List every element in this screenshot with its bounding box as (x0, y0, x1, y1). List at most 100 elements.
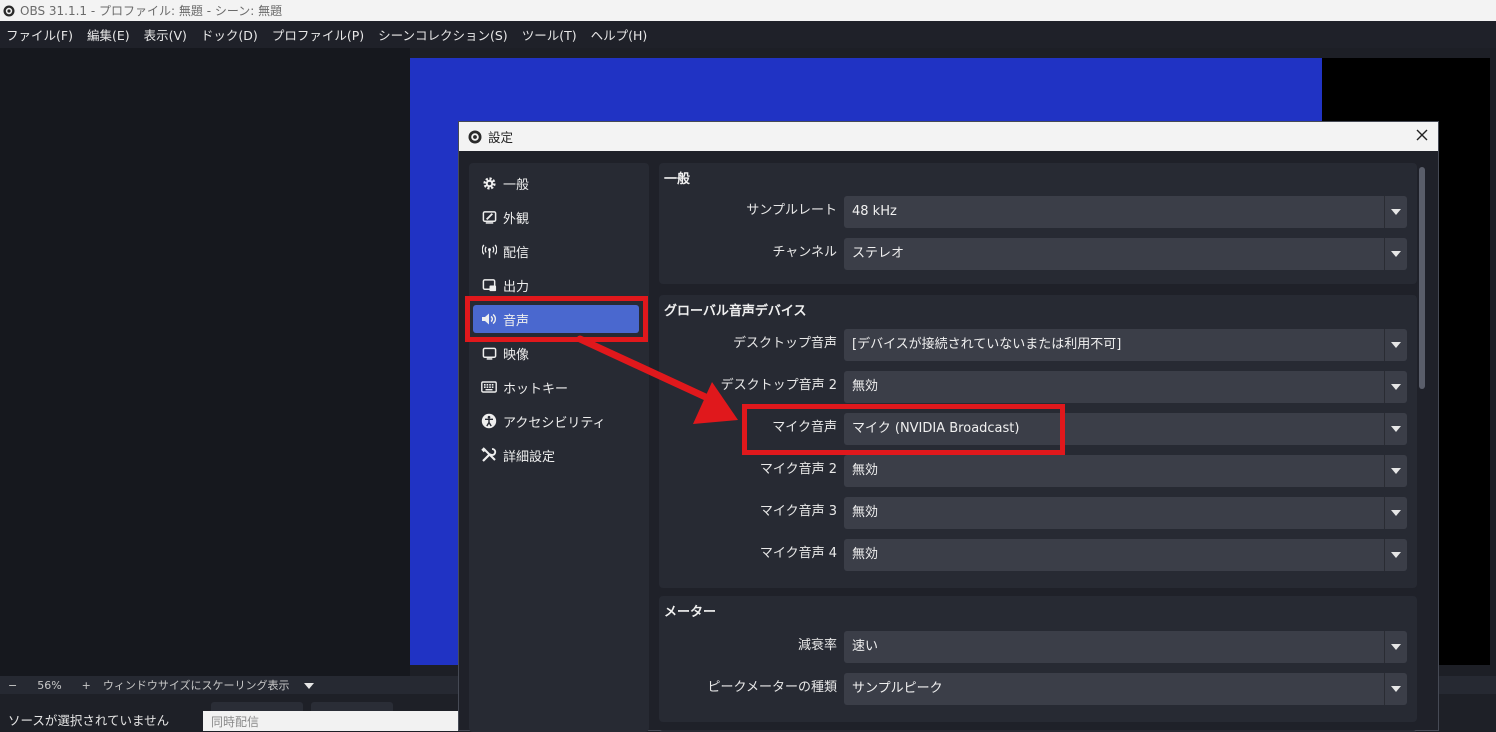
desktop-audio-2-value: 無効 (852, 379, 879, 394)
mic-audio-3-label: マイク音声 3 (759, 504, 837, 519)
chevron-down-icon (1384, 497, 1407, 529)
menu-tools[interactable]: ツール(T) (515, 25, 584, 44)
peak-meter-type-label: ピークメーターの種類 (707, 680, 837, 695)
settings-title: 設定 (488, 130, 514, 145)
zoom-out-button[interactable]: − (8, 679, 17, 692)
tools-icon (481, 447, 497, 463)
nav-label-hotkeys: ホットキー (503, 381, 569, 397)
monitor-icon (481, 345, 497, 361)
no-source-selected-label: ソースが選択されていません (8, 713, 170, 728)
menu-help[interactable]: ヘルプ(H) (584, 25, 655, 44)
row-channels: チャンネル ステレオ (659, 238, 1417, 270)
annotation-highlight-mic (742, 404, 1065, 455)
settings-nav: 一般 外観 配信 出力 音声 映像 ホットキー アクセシビリティ 詳細設定 (469, 163, 649, 732)
chevron-down-icon (1384, 631, 1407, 663)
desktop-audio-2-label: デスクトップ音声 2 (720, 378, 837, 393)
desktop-audio-value: [デバイスが接続されていないまたは利用不可] (852, 337, 1122, 352)
row-mic-audio-3: マイク音声 3 無効 (659, 497, 1417, 529)
sample-rate-select[interactable]: 48 kHz (844, 196, 1407, 228)
mic-audio-4-select[interactable]: 無効 (844, 539, 1407, 571)
mic-audio-2-label: マイク音声 2 (759, 462, 837, 477)
desktop-audio-label: デスクトップ音声 (732, 336, 837, 351)
nav-item-general[interactable]: 一般 (473, 169, 639, 197)
group-title-global-audio-devices: グローバル音声デバイス (664, 304, 807, 319)
nav-item-appearance[interactable]: 外観 (473, 203, 639, 231)
row-mic-audio-4: マイク音声 4 無効 (659, 539, 1417, 571)
keyboard-icon (481, 379, 497, 395)
decay-rate-select[interactable]: 速い (844, 631, 1407, 663)
close-icon[interactable] (1414, 127, 1430, 143)
mic-audio-3-select[interactable]: 無効 (844, 497, 1407, 529)
menu-view[interactable]: 表示(V) (137, 25, 194, 44)
nav-item-accessibility[interactable]: アクセシビリティ (473, 407, 639, 435)
menu-bar: ファイル(F) 編集(E) 表示(V) ドック(D) プロファイル(P) シーン… (0, 21, 1496, 48)
mic-audio-3-value: 無効 (852, 505, 879, 520)
nav-item-output[interactable]: 出力 (473, 271, 639, 299)
zoom-in-button[interactable]: + (82, 679, 91, 692)
row-mic-audio-2: マイク音声 2 無効 (659, 455, 1417, 487)
group-meters: メーター 減衰率 速い ピークメーターの種類 サンプルピーク (659, 596, 1417, 722)
output-icon (481, 277, 497, 293)
decay-rate-label: 減衰率 (797, 638, 837, 653)
zoom-level: 56% (37, 678, 62, 692)
row-decay-rate: 減衰率 速い (659, 631, 1417, 663)
nav-item-advanced[interactable]: 詳細設定 (473, 441, 639, 469)
row-desktop-audio-2: デスクトップ音声 2 無効 (659, 371, 1417, 403)
mic-audio-4-value: 無効 (852, 547, 879, 562)
nav-item-stream[interactable]: 配信 (473, 237, 639, 265)
window-titlebar: OBS 31.1.1 - プロファイル: 無題 - シーン: 無題 (0, 0, 1496, 21)
nav-label-video: 映像 (503, 347, 530, 363)
obs-logo-icon (3, 5, 15, 16)
annotation-highlight-audio (465, 296, 648, 342)
nav-label-output: 出力 (503, 279, 530, 295)
scaling-mode-label: ウィンドウサイズにスケーリング表示 (102, 679, 290, 692)
chevron-down-icon (1384, 238, 1407, 270)
group-title-meters: メーター (664, 605, 717, 620)
mic-audio-2-value: 無効 (852, 463, 879, 478)
group-general: 一般 サンプルレート 48 kHz チャンネル ステレオ (659, 163, 1417, 284)
menu-docks[interactable]: ドック(D) (194, 25, 265, 44)
peak-meter-type-select[interactable]: サンプルピーク (844, 673, 1407, 705)
chevron-down-icon (1384, 329, 1407, 361)
menu-file[interactable]: ファイル(F) (0, 25, 80, 44)
channels-select[interactable]: ステレオ (844, 238, 1407, 270)
mic-audio-2-select[interactable]: 無効 (844, 455, 1407, 487)
chevron-down-icon (1384, 413, 1407, 445)
chevron-down-icon (1384, 539, 1407, 571)
chevron-down-icon (1384, 455, 1407, 487)
desktop-audio-select[interactable]: [デバイスが接続されていないまたは利用不可] (844, 329, 1407, 361)
nav-label-stream: 配信 (503, 245, 530, 261)
nav-item-video[interactable]: 映像 (473, 339, 639, 367)
row-desktop-audio: デスクトップ音声 [デバイスが接続されていないまたは利用不可] (659, 329, 1417, 361)
sample-rate-value: 48 kHz (852, 204, 897, 219)
chevron-down-icon (1384, 371, 1407, 403)
row-sample-rate: サンプルレート 48 kHz (659, 196, 1417, 228)
gear-icon (481, 175, 497, 191)
nav-label-advanced: 詳細設定 (503, 449, 556, 465)
channels-label: チャンネル (772, 245, 837, 260)
scaling-dropdown-icon[interactable] (303, 679, 320, 692)
simulcast-field[interactable]: 同時配信 (203, 711, 458, 731)
nav-label-accessibility: アクセシビリティ (503, 415, 606, 431)
menu-profile[interactable]: プロファイル(P) (265, 25, 371, 44)
content-scrollbar[interactable] (1419, 167, 1425, 389)
appearance-icon (481, 209, 497, 225)
chevron-down-icon (1384, 196, 1407, 228)
settings-titlebar: 設定 (459, 122, 1438, 151)
preview-left-area (0, 48, 410, 676)
row-peak-meter-type: ピークメーターの種類 サンプルピーク (659, 673, 1417, 705)
accessibility-icon (481, 413, 497, 429)
peak-meter-type-value: サンプルピーク (852, 681, 943, 696)
obs-logo-icon (468, 130, 482, 143)
decay-rate-value: 速い (852, 639, 879, 654)
sample-rate-label: サンプルレート (746, 203, 837, 218)
nav-label-general: 一般 (503, 177, 530, 193)
window-title: OBS 31.1.1 - プロファイル: 無題 - シーン: 無題 (20, 4, 283, 18)
desktop-audio-2-select[interactable]: 無効 (844, 371, 1407, 403)
menu-scene-collection[interactable]: シーンコレクション(S) (371, 25, 515, 44)
group-title-general: 一般 (664, 172, 691, 187)
channels-value: ステレオ (852, 246, 905, 261)
menu-edit[interactable]: 編集(E) (80, 25, 137, 44)
broadcast-icon (481, 243, 497, 259)
nav-item-hotkeys[interactable]: ホットキー (473, 373, 639, 401)
